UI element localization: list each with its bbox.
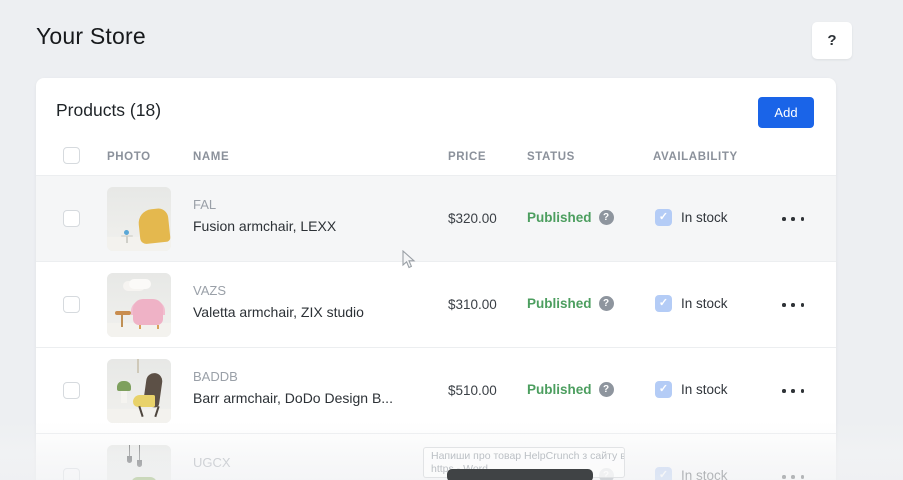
- select-all-checkbox[interactable]: [63, 147, 80, 164]
- product-sku: VAZS: [193, 283, 364, 298]
- availability-cell: ✓ In stock: [655, 467, 728, 480]
- help-button[interactable]: ?: [812, 22, 852, 59]
- column-header-availability: AVAILABILITY: [653, 151, 738, 163]
- in-stock-checkbox[interactable]: ✓: [655, 467, 672, 480]
- product-status-cell: Published ?: [527, 382, 614, 397]
- product-photo: [107, 359, 171, 423]
- status-badge: Published: [527, 210, 592, 225]
- tooltip-line-1: Напиши про товар HelpCrunch з сайту виро…: [431, 450, 617, 463]
- row-menu-button[interactable]: [781, 212, 805, 226]
- row-checkbox[interactable]: [63, 468, 80, 480]
- product-name: Valetta armchair, ZIX studio: [193, 304, 364, 320]
- in-stock-label: In stock: [681, 210, 728, 225]
- mouse-cursor: [402, 250, 416, 270]
- availability-cell: ✓ In stock: [655, 295, 728, 312]
- products-heading: Products (18): [56, 100, 161, 121]
- column-header-price: PRICE: [448, 151, 486, 163]
- product-name: Fusion armchair, LEXX: [193, 218, 336, 234]
- in-stock-checkbox[interactable]: ✓: [655, 381, 672, 398]
- product-name-cell: BADDB Barr armchair, DoDo Design B...: [193, 369, 393, 406]
- status-help-icon[interactable]: ?: [599, 382, 614, 397]
- product-name-cell: VAZS Valetta armchair, ZIX studio: [193, 283, 364, 320]
- table-row[interactable]: VAZS Valetta armchair, ZIX studio $310.0…: [36, 262, 836, 348]
- column-header-name: NAME: [193, 151, 229, 163]
- status-help-icon[interactable]: ?: [599, 296, 614, 311]
- in-stock-checkbox[interactable]: ✓: [655, 295, 672, 312]
- table-row[interactable]: FAL Fusion armchair, LEXX $320.00 Publis…: [36, 176, 836, 262]
- product-name-cell: FAL Fusion armchair, LEXX: [193, 197, 336, 234]
- page-header: Your Store ?: [0, 0, 903, 78]
- product-status-cell: Published ?: [527, 296, 614, 311]
- row-menu-button[interactable]: [781, 298, 805, 312]
- row-menu-button[interactable]: [781, 470, 805, 480]
- status-badge: Published: [527, 382, 592, 397]
- product-name: Barr armchair, DoDo Design B...: [193, 390, 393, 406]
- add-product-button[interactable]: Add: [758, 97, 814, 128]
- product-status-cell: Published ?: [527, 210, 614, 225]
- column-header-photo: PHOTO: [107, 151, 151, 163]
- in-stock-label: In stock: [681, 468, 728, 480]
- product-name-cell: UGCX: [193, 455, 231, 476]
- overlay-dark-bar: [447, 469, 593, 480]
- product-sku: UGCX: [193, 455, 231, 470]
- row-checkbox[interactable]: [63, 210, 80, 227]
- row-checkbox[interactable]: [63, 382, 80, 399]
- product-sku: BADDB: [193, 369, 393, 384]
- in-stock-label: In stock: [681, 296, 728, 311]
- product-photo: [107, 187, 171, 251]
- column-header-status: STATUS: [527, 151, 575, 163]
- in-stock-checkbox[interactable]: ✓: [655, 209, 672, 226]
- product-sku: FAL: [193, 197, 336, 212]
- row-menu-button[interactable]: [781, 384, 805, 398]
- page-title: Your Store: [36, 23, 146, 50]
- products-card: Products (18) Add PHOTO NAME PRICE STATU…: [36, 78, 836, 480]
- status-help-icon[interactable]: ?: [599, 210, 614, 225]
- product-price: $510.00: [448, 383, 497, 398]
- in-stock-label: In stock: [681, 382, 728, 397]
- product-price: $320.00: [448, 211, 497, 226]
- availability-cell: ✓ In stock: [655, 209, 728, 226]
- product-photo: [107, 273, 171, 337]
- product-photo: [107, 445, 171, 480]
- product-price: $310.00: [448, 297, 497, 312]
- availability-cell: ✓ In stock: [655, 381, 728, 398]
- table-row[interactable]: BADDB Barr armchair, DoDo Design B... $5…: [36, 348, 836, 434]
- table-header: PHOTO NAME PRICE STATUS AVAILABILITY: [36, 145, 836, 176]
- products-card-header: Products (18) Add: [36, 78, 836, 145]
- row-checkbox[interactable]: [63, 296, 80, 313]
- status-badge: Published: [527, 296, 592, 311]
